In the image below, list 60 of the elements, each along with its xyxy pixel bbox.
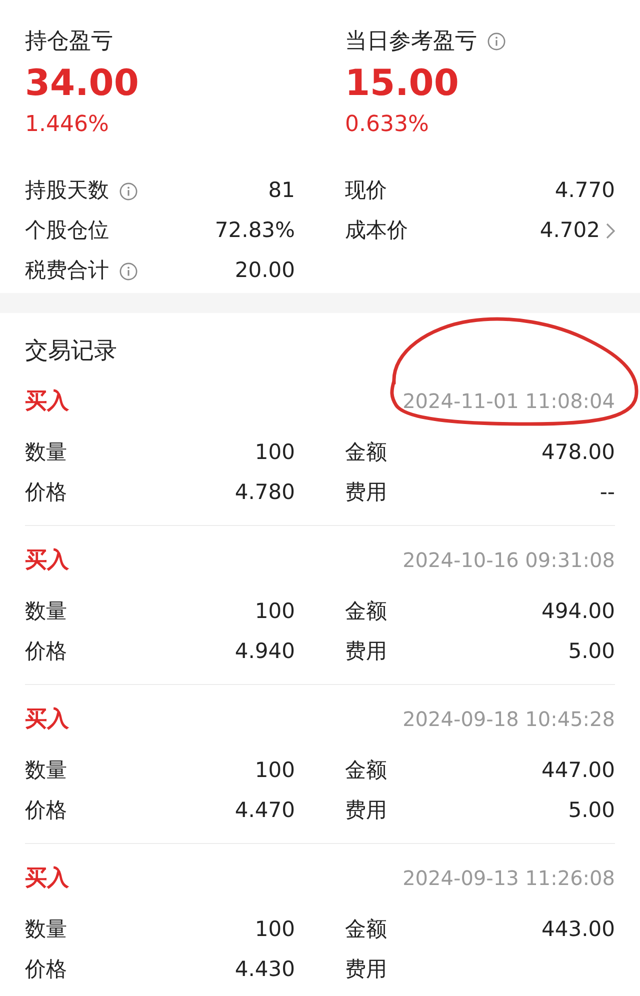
field-value: 494.00 <box>542 598 615 626</box>
field-label: 数量 <box>25 598 67 626</box>
field-value: 443.00 <box>542 916 615 944</box>
field-label: 数量 <box>25 757 67 784</box>
summary-label: 当日参考盈亏 <box>345 28 477 56</box>
stat-label: 税费合计 <box>25 257 109 284</box>
trade-time: 2024-09-13 11:26:08 <box>402 865 615 892</box>
trade-time: 2024-10-16 09:31:08 <box>402 547 615 574</box>
field-label: 费用 <box>345 797 387 824</box>
field-value: 4.780 <box>234 479 295 506</box>
trade-type: 买入 <box>25 546 69 574</box>
trade-type: 买入 <box>25 388 69 416</box>
field-label: 费用 <box>345 479 387 506</box>
trade-type: 买入 <box>25 706 69 734</box>
summary-label: 持仓盈亏 <box>25 28 113 56</box>
field-label: 价格 <box>25 479 67 506</box>
field-label: 金额 <box>345 598 387 626</box>
field-value: 100 <box>254 439 295 466</box>
field-value: 100 <box>254 916 295 944</box>
field-value: 5.00 <box>568 797 615 824</box>
field-label: 价格 <box>25 956 67 984</box>
info-icon[interactable] <box>119 262 138 280</box>
stat-label: 成本价 <box>345 217 408 244</box>
field-value: 4.470 <box>234 797 295 824</box>
field-label: 数量 <box>25 439 67 466</box>
trade-time: 2024-09-18 10:45:28 <box>402 706 615 733</box>
info-icon[interactable] <box>487 32 506 50</box>
field-value: -- <box>600 479 615 506</box>
field-label: 费用 <box>345 956 387 984</box>
field-label: 金额 <box>345 916 387 944</box>
stat-label: 现价 <box>345 177 387 204</box>
stat-value: 72.83% <box>214 217 295 244</box>
profit-value: 15.00 <box>345 62 460 106</box>
field-label: 价格 <box>25 797 67 824</box>
stat-label: 个股仓位 <box>25 217 109 244</box>
field-value: 100 <box>254 757 295 784</box>
field-value: 5.00 <box>568 638 615 666</box>
field-value: 478.00 <box>542 439 615 466</box>
trade-time: 2024-11-01 11:08:04 <box>402 388 615 415</box>
field-label: 金额 <box>345 439 387 466</box>
stat-value: 4.702 <box>540 217 600 244</box>
stat-label: 持股天数 <box>25 177 109 204</box>
trade-type: 买入 <box>25 864 69 892</box>
field-value: 447.00 <box>542 757 615 784</box>
field-label: 费用 <box>345 638 387 666</box>
info-icon[interactable] <box>119 182 138 200</box>
field-label: 价格 <box>25 638 67 666</box>
field-label: 数量 <box>25 916 67 944</box>
chevron-right-icon[interactable] <box>606 223 615 239</box>
field-value: 100 <box>254 598 295 626</box>
profit-percent: 1.446% <box>25 111 110 139</box>
field-value: 4.430 <box>234 956 295 984</box>
profit-percent: 0.633% <box>345 111 430 139</box>
section-title: 交易记录 <box>25 337 118 366</box>
stat-value: 81 <box>268 177 295 204</box>
field-label: 金额 <box>345 757 387 784</box>
profit-value: 34.00 <box>25 62 140 106</box>
stat-value: 4.770 <box>554 177 615 204</box>
field-value: 4.940 <box>234 638 295 666</box>
stat-value: 20.00 <box>234 257 295 284</box>
